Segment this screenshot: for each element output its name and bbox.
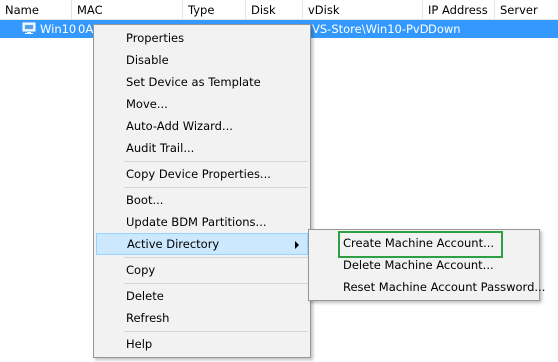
column-header-mac[interactable]: MAC bbox=[72, 0, 183, 19]
menu-item-disable[interactable]: Disable bbox=[96, 49, 308, 71]
column-header-type[interactable]: Type bbox=[183, 0, 246, 19]
submenu-arrow-icon bbox=[295, 241, 299, 249]
menu-item-reset-machine-account-password[interactable]: Reset Machine Account Password... bbox=[311, 276, 545, 298]
annotation-highlight-box bbox=[338, 231, 503, 258]
menu-item-move[interactable]: Move... bbox=[96, 93, 308, 115]
menu-separator bbox=[124, 331, 308, 332]
context-menu: Properties Disable Set Device as Templat… bbox=[93, 24, 311, 358]
column-header-server[interactable]: Server bbox=[495, 0, 558, 19]
menu-item-help[interactable]: Help bbox=[96, 333, 308, 355]
menu-item-audit-trail[interactable]: Audit Trail... bbox=[96, 137, 308, 159]
menu-item-label: Active Directory bbox=[127, 237, 220, 251]
column-header-ip-address[interactable]: IP Address bbox=[423, 0, 495, 19]
list-header: Name MAC Type Disk vDisk IP Address Serv… bbox=[0, 0, 558, 20]
device-vdisk: VS-Store\Win10-PvD bbox=[312, 22, 429, 36]
menu-separator bbox=[124, 187, 308, 188]
menu-item-refresh[interactable]: Refresh bbox=[96, 307, 308, 329]
device-name: Win10 bbox=[40, 22, 77, 36]
menu-item-boot[interactable]: Boot... bbox=[96, 189, 308, 211]
device-ip-address: Down bbox=[428, 22, 461, 36]
column-header-name[interactable]: Name bbox=[0, 0, 72, 19]
menu-separator bbox=[124, 257, 308, 258]
menu-item-active-directory[interactable]: Active Directory bbox=[96, 233, 308, 255]
menu-item-set-device-as-template[interactable]: Set Device as Template bbox=[96, 71, 308, 93]
menu-separator bbox=[124, 283, 308, 284]
column-header-vdisk[interactable]: vDisk bbox=[303, 0, 423, 19]
menu-item-properties[interactable]: Properties bbox=[96, 27, 308, 49]
menu-item-update-bdm-partitions[interactable]: Update BDM Partitions... bbox=[96, 211, 308, 233]
menu-item-copy[interactable]: Copy bbox=[96, 259, 308, 281]
menu-item-delete[interactable]: Delete bbox=[96, 285, 308, 307]
menu-separator bbox=[124, 161, 308, 162]
column-header-disk[interactable]: Disk bbox=[246, 0, 303, 19]
device-mac: 0A bbox=[78, 22, 94, 36]
menu-item-auto-add-wizard[interactable]: Auto-Add Wizard... bbox=[96, 115, 308, 137]
computer-icon bbox=[22, 22, 36, 35]
menu-item-copy-device-properties[interactable]: Copy Device Properties... bbox=[96, 163, 308, 185]
